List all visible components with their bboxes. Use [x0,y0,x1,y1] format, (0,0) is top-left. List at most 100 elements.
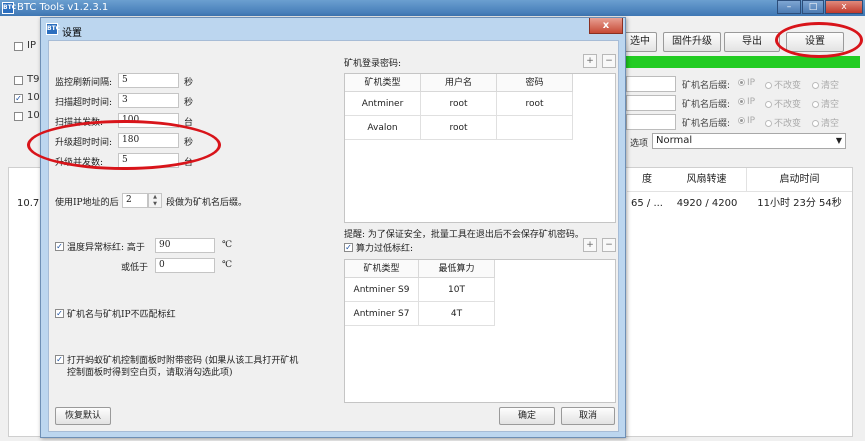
column-header[interactable]: 矿机类型 [345,74,421,92]
monitor-interval-input[interactable]: 5 [118,73,179,88]
table-cell[interactable]: Antminer S9 [345,278,419,302]
radio-icon [812,101,819,108]
column-header[interactable]: 用户名 [421,74,497,92]
table-cell[interactable]: root [497,92,573,116]
firmware-upgrade-button[interactable]: 固件升级 [663,32,721,52]
temp-alert-checkbox[interactable]: ✓ [55,242,64,251]
suffix-label: 矿机名后缀: [682,119,731,129]
suffix-radio-keep[interactable]: 不改变 [765,116,801,129]
hashrate-alert-checkbox[interactable]: ✓ [344,243,353,252]
table-cell[interactable]: root [421,92,497,116]
name-mismatch-label: 矿机名与矿机IP不匹配标红 [67,310,176,320]
table-cell[interactable] [497,116,573,140]
list-cell-fan: 4920 / 4200 [676,198,738,209]
row-checkbox[interactable] [14,112,23,121]
suffix-radio-keep[interactable]: 不改变 [765,97,801,110]
ip-checkbox[interactable] [14,42,23,51]
unit-label: 秒 [184,78,194,88]
maximize-button[interactable]: □ [802,0,824,14]
unit-label: ℃ [222,260,233,270]
column-header[interactable]: 启动时间 [747,168,852,192]
suffix-label: 矿机名后缀: [682,81,731,91]
suffix-radio-clear[interactable]: 清空 [812,116,839,129]
dialog-body: 监控刷新间隔: 5 秒 扫描超时时间: 3 秒 扫描并发数: 100 台 升级超… [48,40,619,432]
row-checkbox[interactable] [14,76,23,85]
select-button[interactable]: 选中 [623,32,657,52]
temp-low-input[interactable]: 0 [155,258,215,273]
name-mismatch-checkbox[interactable]: ✓ [55,309,64,318]
radio-icon [812,82,819,89]
login-password-label: 矿机登录密码: [344,59,402,69]
suffix-radio-clear[interactable]: 清空 [812,97,839,110]
login-table: 矿机类型 用户名 密码 Antminer root root Avalon ro… [344,73,616,223]
column-header[interactable]: 最低算力 [419,260,495,278]
column-header[interactable]: 密码 [497,74,573,92]
scan-timeout-label: 扫描超时时间: [55,98,113,108]
monitor-interval-label: 监控刷新间隔: [55,78,113,88]
row-field[interactable] [626,114,676,130]
table-cell[interactable]: Avalon [345,116,421,140]
table-cell[interactable]: 4T [419,302,495,326]
ip-checkbox-label: IP [27,40,36,51]
add-login-button[interactable]: + [583,54,597,68]
column-header[interactable]: 风扇转速 [667,168,747,192]
main-titlebar: BTC BTC Tools v1.2.3.1 – □ x [0,0,865,16]
ip-suffix-prefix-label: 使用IP地址的后 [55,198,119,208]
main-window-title: BTC Tools v1.2.3.1 [17,2,109,13]
table-cell[interactable]: Antminer [345,92,421,116]
suffix-radio-ip[interactable]: IP [738,116,755,126]
remove-login-button[interactable]: − [602,54,616,68]
scan-timeout-input[interactable]: 3 [118,93,179,108]
suffix-radio-keep[interactable]: 不改变 [765,78,801,91]
ok-button[interactable]: 确定 [499,407,555,425]
export-button[interactable]: 导出 [724,32,780,52]
radio-icon [765,101,772,108]
ip-suffix-input[interactable]: 2 [122,193,148,208]
radio-icon [812,120,819,127]
row-field[interactable] [626,95,676,111]
close-button[interactable]: x [825,0,863,14]
suffix-radio-ip[interactable]: IP [738,78,755,88]
stepper-up-icon[interactable]: ▲ [149,194,161,201]
dialog-title: 设置 [62,28,82,39]
radio-icon [738,98,745,105]
table-cell[interactable]: 10T [419,278,495,302]
scan-concurrency-input[interactable]: 100 [118,113,179,128]
settings-button[interactable]: 设置 [786,32,844,52]
table-cell[interactable]: root [421,116,497,140]
ip-suffix-stepper[interactable]: ▲ ▼ [148,193,162,208]
remove-hashrate-button[interactable]: − [602,238,616,252]
mode-select[interactable]: Normal ▼ [652,133,846,149]
password-option-checkbox[interactable]: ✓ [55,355,64,364]
dialog-close-button[interactable]: x [589,18,623,34]
suffix-radio-clear[interactable]: 清空 [812,78,839,91]
suffix-label: 矿机名后缀: [682,100,731,110]
temp-high-input[interactable]: 90 [155,238,215,253]
temp-low-label: 或低于 [121,263,149,273]
unit-label: 台 [184,118,194,128]
row-field[interactable] [626,76,676,92]
restore-defaults-button[interactable]: 恢复默认 [55,407,111,425]
upgrade-timeout-input[interactable]: 180 [118,133,179,148]
upgrade-concurrency-input[interactable]: 5 [118,153,179,168]
stepper-down-icon[interactable]: ▼ [149,201,161,208]
suffix-radio-ip[interactable]: IP [738,97,755,107]
hashrate-table: 矿机类型 最低算力 Antminer S9 10T Antminer S7 4T [344,259,616,403]
cancel-button[interactable]: 取消 [561,407,615,425]
password-option-line2: 控制面板时得到空白页，请取消勾选此项) [67,368,233,378]
list-cell-uptime: 11小时 23分 54秒 [757,198,842,209]
column-header[interactable]: 矿机类型 [345,260,419,278]
column-header[interactable]: 度 [627,168,667,192]
unit-label: 秒 [184,138,194,148]
hashrate-alert-label: 算力过低标红: [356,244,414,254]
row-checkbox[interactable]: ✓ [14,94,23,103]
chevron-down-icon: ▼ [835,136,842,145]
btc-logo-icon: BTC [46,23,60,35]
btc-logo-icon: BTC [2,2,16,14]
add-hashrate-button[interactable]: + [583,238,597,252]
unit-label: 台 [184,158,194,168]
dialog-titlebar[interactable]: BTC 设置 x [41,18,625,40]
table-cell[interactable]: Antminer S7 [345,302,419,326]
minimize-button[interactable]: – [777,0,801,14]
settings-dialog: BTC 设置 x 监控刷新间隔: 5 秒 扫描超时时间: 3 秒 扫描并发数: … [40,17,626,438]
